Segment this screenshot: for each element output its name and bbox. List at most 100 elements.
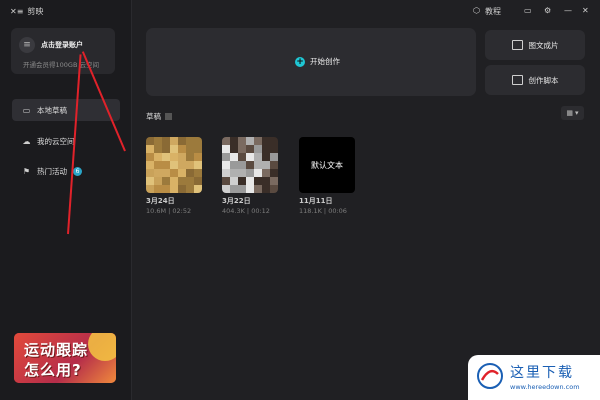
pixelated-preview xyxy=(222,137,278,193)
drafts-header: 草稿 xyxy=(146,111,172,122)
mosaic-cell xyxy=(162,177,170,185)
mosaic-cell xyxy=(254,161,262,169)
mosaic-cell xyxy=(230,161,238,169)
sidebar-item-label: 热门活动 xyxy=(37,166,67,176)
sidebar-item-hot-events[interactable]: ⚑ 热门活动 6 xyxy=(12,160,120,182)
mosaic-cell xyxy=(170,177,178,185)
mosaic-cell xyxy=(262,169,270,177)
mosaic-cell xyxy=(178,185,186,193)
draft-date: 3月24日 xyxy=(146,197,175,205)
mosaic-cell xyxy=(238,177,246,185)
pixelated-preview xyxy=(146,137,202,193)
mosaic-cell xyxy=(154,161,162,169)
mosaic-cell xyxy=(254,185,262,193)
start-creation-text: 开始创作 xyxy=(310,57,340,66)
drafts-info-icon xyxy=(165,113,172,120)
draft-thumbnail[interactable] xyxy=(222,137,278,193)
text-to-video-label: 图文成片 xyxy=(528,40,559,50)
mosaic-cell xyxy=(270,185,278,193)
notification-badge: 6 xyxy=(73,166,82,176)
watermark-url: www.hereedown.com xyxy=(510,383,580,391)
mosaic-cell xyxy=(254,153,262,161)
mosaic-cell xyxy=(194,161,202,169)
text-to-video-button[interactable]: 图文成片 xyxy=(485,30,585,60)
mosaic-cell xyxy=(162,153,170,161)
watermark-text: 这里下载 xyxy=(510,365,574,381)
mosaic-cell xyxy=(154,177,162,185)
mosaic-cell xyxy=(146,177,154,185)
mosaic-cell xyxy=(270,169,278,177)
plus-icon: + xyxy=(295,56,305,67)
mosaic-cell xyxy=(178,137,186,145)
default-text-preview: 默认文本 xyxy=(299,137,355,193)
mosaic-cell xyxy=(246,177,254,185)
close-button[interactable]: ✕ xyxy=(582,6,589,15)
mosaic-cell xyxy=(178,177,186,185)
cloud-icon: ☁ xyxy=(22,136,31,146)
mosaic-cell xyxy=(222,145,230,153)
mosaic-cell xyxy=(254,137,262,145)
script-button[interactable]: 创作脚本 xyxy=(485,65,585,95)
start-creation-card[interactable]: + 开始创作 xyxy=(146,28,476,96)
drafts-title: 草稿 xyxy=(146,112,161,121)
draft-date: 3月22日 xyxy=(222,197,251,205)
folder-icon: ▭ xyxy=(22,105,31,115)
mosaic-cell xyxy=(222,177,230,185)
mosaic-cell xyxy=(246,161,254,169)
minimize-button[interactable]: — xyxy=(564,6,572,15)
mosaic-cell xyxy=(222,153,230,161)
mosaic-cell xyxy=(162,137,170,145)
draft-thumbnail[interactable]: 默认文本 xyxy=(299,137,355,193)
tutorial-icon[interactable]: ⬡ xyxy=(473,6,480,15)
mosaic-cell xyxy=(146,137,154,145)
mosaic-cell xyxy=(270,161,278,169)
mosaic-cell xyxy=(270,153,278,161)
mosaic-cell xyxy=(178,153,186,161)
mosaic-cell xyxy=(194,169,202,177)
mosaic-cell xyxy=(178,169,186,177)
account-card[interactable]: ≡ 点击登录账户 开通会员得100GB 云空间 xyxy=(11,28,115,74)
mosaic-cell xyxy=(246,137,254,145)
mosaic-cell xyxy=(270,145,278,153)
mosaic-cell xyxy=(186,161,194,169)
mosaic-cell xyxy=(230,137,238,145)
mosaic-cell xyxy=(170,161,178,169)
feedback-icon[interactable]: ▭ xyxy=(524,6,532,15)
mosaic-cell xyxy=(162,145,170,153)
mosaic-cell xyxy=(194,137,202,145)
mosaic-cell xyxy=(230,177,238,185)
mosaic-cell xyxy=(154,169,162,177)
sidebar-item-cloud-space[interactable]: ☁ 我的云空间 xyxy=(12,130,120,152)
draft-date: 11月11日 xyxy=(299,197,333,205)
mosaic-cell xyxy=(230,185,238,193)
sidebar-item-label: 我的云空间 xyxy=(37,136,75,146)
mosaic-cell xyxy=(254,145,262,153)
mosaic-cell xyxy=(238,161,246,169)
watermark-logo-icon xyxy=(477,363,503,389)
mosaic-cell xyxy=(194,177,202,185)
login-link[interactable]: 点击登录账户 xyxy=(41,40,83,50)
mosaic-cell xyxy=(146,153,154,161)
draft-meta: 404.3K | 00:12 xyxy=(222,207,270,215)
sidebar-item-label: 本地草稿 xyxy=(37,105,67,115)
mosaic-cell xyxy=(186,185,194,193)
view-toggle-button[interactable]: ▦ ▾ xyxy=(561,106,584,120)
mosaic-cell xyxy=(186,169,194,177)
mosaic-cell xyxy=(194,153,202,161)
mosaic-cell xyxy=(170,185,178,193)
mosaic-cell xyxy=(170,169,178,177)
settings-icon[interactable]: ⚙ xyxy=(544,6,551,15)
mosaic-cell xyxy=(146,161,154,169)
mosaic-cell xyxy=(238,145,246,153)
draft-thumbnail[interactable] xyxy=(146,137,202,193)
mosaic-cell xyxy=(238,153,246,161)
mosaic-cell xyxy=(186,153,194,161)
promo-banner[interactable]: 运动跟踪 怎么用? xyxy=(14,333,116,383)
mosaic-cell xyxy=(246,169,254,177)
mosaic-cell xyxy=(222,169,230,177)
brand: ✕≡ 剪映 xyxy=(10,6,43,17)
image-text-icon xyxy=(511,40,523,50)
mosaic-cell xyxy=(154,137,162,145)
tutorial-link[interactable]: 教程 xyxy=(485,6,501,17)
mosaic-cell xyxy=(238,137,246,145)
